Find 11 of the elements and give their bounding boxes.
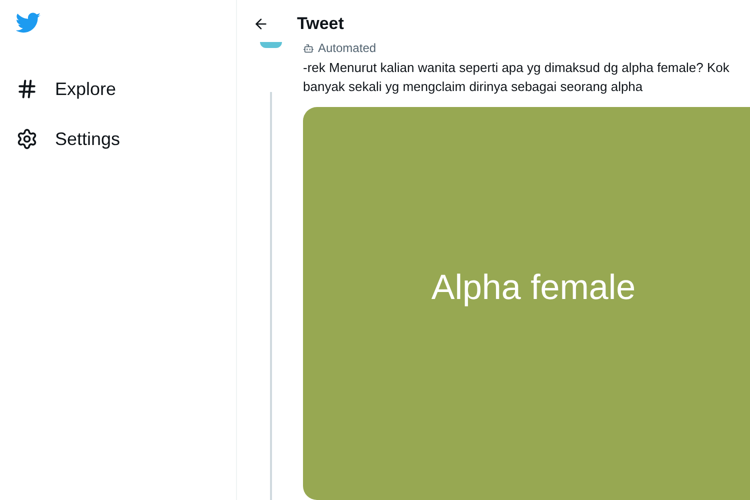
hashtag-icon — [16, 78, 38, 100]
back-icon[interactable] — [253, 16, 269, 32]
bird-logo-icon[interactable] — [16, 12, 41, 34]
automated-label: Automated — [303, 42, 750, 54]
nav-item[interactable]: Settings — [16, 114, 236, 164]
media-caption: Alpha female — [431, 267, 636, 310]
nav-item[interactable]: Explore — [16, 64, 236, 114]
tweet-text: -rek Menurut kalian wanita seperti apa yg dimaksud dg alpha female? Kok banyak sekali yg mengclaim dirinya sebagai seorang alpha — [303, 59, 730, 96]
settings-icon — [16, 128, 38, 150]
header-title: Tweet — [297, 13, 344, 36]
bot-icon — [303, 42, 314, 54]
